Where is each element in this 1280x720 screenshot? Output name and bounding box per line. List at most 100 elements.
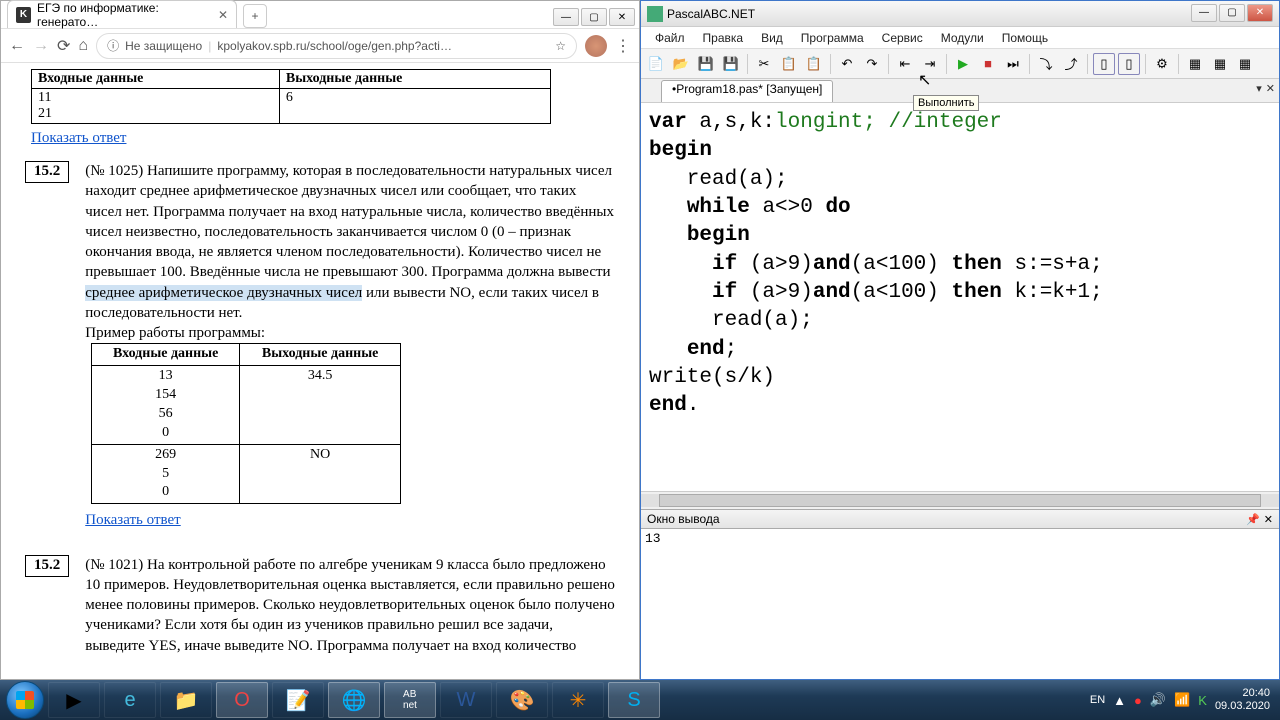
star-icon[interactable]: ☆ — [555, 39, 566, 53]
taskbar-paint[interactable]: 🎨 — [496, 682, 548, 718]
step-over-icon[interactable]: ⤴ — [1060, 53, 1082, 75]
page-content: Входные данныеВыходные данные 11216 Пока… — [1, 63, 639, 679]
tab-close-icon[interactable]: ✕ — [218, 8, 228, 22]
menu-program[interactable]: Программа — [793, 29, 872, 47]
maximize-button[interactable]: ▢ — [1219, 4, 1245, 22]
favicon: K — [16, 7, 31, 23]
tray-flag-icon[interactable]: ▲ — [1113, 693, 1126, 708]
toolbar: 📄 📂 💾 💾 ✂ 📋 📋 ↶ ↷ ⇤ ⇥ ▶ ■ ⏭ ⤵ ⤴ ▯ ▯ ⚙ — [641, 49, 1279, 79]
form-icon[interactable]: ▦ — [1184, 53, 1206, 75]
step-into-icon[interactable]: ⤵ — [1035, 53, 1057, 75]
browser-titlebar: K ЕГЭ по информатике: генерато… ✕ + — ▢ … — [1, 1, 639, 29]
tray-record-icon[interactable]: ● — [1134, 693, 1142, 708]
taskbar-opera[interactable]: O — [216, 682, 268, 718]
app-icon — [647, 6, 663, 22]
menu-modules[interactable]: Модули — [933, 29, 992, 47]
save-icon[interactable]: 💾 — [695, 53, 717, 75]
taskbar-word[interactable]: W — [440, 682, 492, 718]
run-icon[interactable]: ▶ — [952, 53, 974, 75]
compile-icon[interactable]: ⚙ — [1151, 53, 1173, 75]
menu-view[interactable]: Вид — [753, 29, 791, 47]
new-file-icon[interactable]: 📄 — [645, 53, 667, 75]
db-icon[interactable]: ▦ — [1209, 53, 1231, 75]
task-number: 15.2 — [25, 555, 69, 577]
highlighted-text: среднее арифметическое двузначных чисел — [85, 285, 362, 301]
clock[interactable]: 20:40 09.03.2020 — [1215, 687, 1270, 713]
show-answer-link[interactable]: Показать ответ — [31, 130, 126, 147]
task-1021: 15.2 (№ 1021) На контрольной работе по а… — [25, 555, 615, 656]
tray-network-icon[interactable]: 📶 — [1174, 692, 1190, 708]
close-button[interactable]: ✕ — [609, 8, 635, 26]
menu-icon[interactable]: ⋮ — [615, 36, 631, 56]
undo-icon[interactable]: ↶ — [836, 53, 858, 75]
url-text: kpolyakov.spb.ru/school/oge/gen.php?acti… — [217, 39, 452, 53]
task-number: 15.2 — [25, 161, 69, 183]
pin-icon[interactable]: 📌 — [1246, 513, 1260, 526]
taskbar-explorer[interactable]: 📁 — [160, 682, 212, 718]
reload-button[interactable]: ⟳ — [57, 36, 70, 56]
menu-file[interactable]: Файл — [647, 29, 693, 47]
task-text: (№ 1025) Напишите программу, которая в п… — [85, 161, 615, 545]
taskbar-skype[interactable]: S — [608, 682, 660, 718]
open-file-icon[interactable]: 📂 — [670, 53, 692, 75]
tray-av-icon[interactable]: K — [1198, 693, 1207, 708]
indent-left-icon[interactable]: ⇤ — [894, 53, 916, 75]
paste-icon[interactable]: 📋 — [803, 53, 825, 75]
taskbar-app[interactable]: ✳ — [552, 682, 604, 718]
system-tray: EN ▲ ● 🔊 📶 K 20:40 09.03.2020 — [1090, 687, 1274, 713]
stop-icon[interactable]: ■ — [977, 53, 999, 75]
close-button[interactable]: ✕ — [1247, 4, 1273, 22]
maximize-button[interactable]: ▢ — [581, 8, 607, 26]
horizontal-scrollbar[interactable] — [641, 491, 1279, 509]
save-all-icon[interactable]: 💾 — [720, 53, 742, 75]
redo-icon[interactable]: ↷ — [861, 53, 883, 75]
tab-close-icon[interactable]: ✕ — [1266, 82, 1275, 95]
layout1-icon[interactable]: ▯ — [1093, 53, 1115, 75]
code-editor[interactable]: var a,s,k:longint; //integer begin read(… — [641, 103, 1279, 491]
th-output: Выходные данные — [279, 70, 550, 89]
url-field[interactable]: ⓘ Не защищено | kpolyakov.spb.ru/school/… — [96, 33, 577, 59]
module-icon[interactable]: ▦ — [1234, 53, 1256, 75]
back-button[interactable]: ← — [9, 37, 25, 55]
taskbar-ie[interactable]: e — [104, 682, 156, 718]
show-answer-link[interactable]: Показать ответ — [85, 510, 180, 530]
browser-tab[interactable]: K ЕГЭ по информатике: генерато… ✕ — [7, 0, 237, 28]
tab-dropdown-icon[interactable]: ▾ — [1256, 82, 1262, 95]
lang-indicator[interactable]: EN — [1090, 694, 1105, 706]
browser-window-controls: — ▢ ✕ — [553, 8, 639, 28]
indent-right-icon[interactable]: ⇥ — [919, 53, 941, 75]
panel-close-icon[interactable]: ✕ — [1264, 513, 1273, 526]
start-button[interactable] — [6, 681, 44, 719]
ide-window-controls: — ▢ ✕ — [1191, 4, 1277, 24]
profile-avatar[interactable] — [585, 35, 607, 57]
editor-tab[interactable]: •Program18.pas* [Запущен] — [661, 80, 833, 102]
copy-icon[interactable]: 📋 — [778, 53, 800, 75]
new-tab-button[interactable]: + — [243, 4, 267, 28]
home-button[interactable]: ⌂ — [78, 37, 88, 55]
insecure-icon: ⓘ — [107, 37, 119, 54]
task-1025: 15.2 (№ 1025) Напишите программу, котора… — [25, 161, 615, 545]
prev-io-table: Входные данныеВыходные данные 11216 — [31, 69, 551, 124]
task-text: (№ 1021) На контрольной работе по алгебр… — [85, 555, 615, 656]
output-panel[interactable]: 13 — [641, 529, 1279, 679]
layout2-icon[interactable]: ▯ — [1118, 53, 1140, 75]
tray-volume-icon[interactable]: 🔊 — [1150, 692, 1166, 708]
minimize-button[interactable]: — — [553, 8, 579, 26]
taskbar-chrome[interactable]: 🌐 — [328, 682, 380, 718]
taskbar: ▶ e 📁 O 📝 🌐 ABnet W 🎨 ✳ S EN ▲ ● 🔊 📶 K 2… — [0, 680, 1280, 720]
cut-icon[interactable]: ✂ — [753, 53, 775, 75]
td-input: 1121 — [32, 89, 280, 124]
taskbar-media-player[interactable]: ▶ — [48, 682, 100, 718]
taskbar-notepad[interactable]: 📝 — [272, 682, 324, 718]
menu-help[interactable]: Помощь — [994, 29, 1056, 47]
th-input: Входные данные — [32, 70, 280, 89]
forward-button[interactable]: → — [33, 37, 49, 55]
menu-service[interactable]: Сервис — [874, 29, 931, 47]
menu-edit[interactable]: Правка — [695, 29, 752, 47]
minimize-button[interactable]: — — [1191, 4, 1217, 22]
menu-bar: Файл Правка Вид Программа Сервис Модули … — [641, 27, 1279, 49]
tab-title: ЕГЭ по информатике: генерато… — [37, 1, 212, 29]
step-icon[interactable]: ⏭ — [1002, 53, 1024, 75]
taskbar-pascalabc[interactable]: ABnet — [384, 682, 436, 718]
run-tooltip: Выполнить — [913, 95, 979, 111]
